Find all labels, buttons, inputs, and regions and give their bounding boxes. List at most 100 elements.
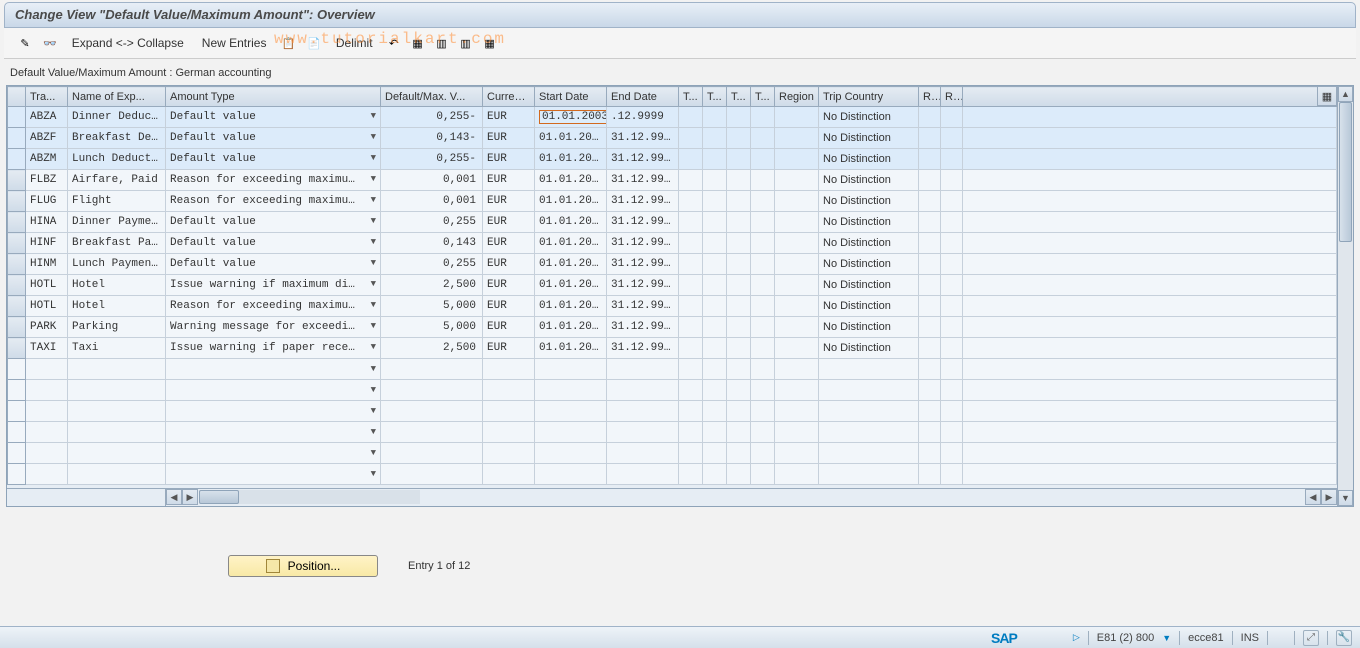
delete-icon[interactable]: 📄 — [302, 32, 326, 54]
dropdown-icon[interactable]: ▼ — [371, 427, 376, 437]
chevron-down-icon[interactable]: ▼ — [1162, 633, 1171, 643]
cell-name[interactable]: Parking — [68, 317, 166, 338]
cell-value[interactable]: 0,255 — [381, 212, 483, 233]
col-amount-type[interactable]: Amount Type — [166, 87, 381, 107]
triangle-right-icon[interactable]: ▷ — [1073, 632, 1080, 643]
col-trip-country[interactable]: Trip Country — [819, 87, 919, 107]
cell-end-date[interactable]: 31.12.9999 — [607, 128, 679, 149]
col-region[interactable]: Region — [775, 87, 819, 107]
h-scrollbar[interactable]: ◀ ▶ ◀ ▶ — [7, 488, 1337, 506]
cell-r2[interactable] — [941, 275, 963, 296]
row-selector[interactable] — [8, 233, 26, 254]
cell-name[interactable]: Breakfast Pay… — [68, 233, 166, 254]
cell-region[interactable] — [775, 212, 819, 233]
dropdown-icon[interactable]: ▼ — [371, 342, 376, 352]
cell-value[interactable]: 0,255- — [381, 107, 483, 128]
cell-currency[interactable]: EUR — [483, 275, 535, 296]
row-selector[interactable] — [8, 170, 26, 191]
vscroll-track[interactable] — [1338, 102, 1353, 490]
cell-region[interactable] — [775, 254, 819, 275]
cell-t1[interactable] — [679, 317, 703, 338]
cell-start-date[interactable]: 01.01.2003 — [535, 254, 607, 275]
cell-t3[interactable] — [727, 317, 751, 338]
hscroll-track[interactable] — [199, 490, 420, 504]
dropdown-icon[interactable]: ▼ — [371, 385, 376, 395]
table-row[interactable]: ABZA Dinner Deducti… Default value▼ 0,25… — [8, 107, 1337, 128]
cell-trip-country[interactable]: No Distinction — [819, 254, 919, 275]
cell-t4[interactable] — [751, 275, 775, 296]
cell-currency[interactable]: EUR — [483, 128, 535, 149]
table-row[interactable]: FLUG Flight Reason for exceeding maximu…… — [8, 191, 1337, 212]
cell-t1[interactable] — [679, 107, 703, 128]
cell-t1[interactable] — [679, 254, 703, 275]
col-t4[interactable]: T... — [751, 87, 775, 107]
status-options-icon[interactable]: 🔧 — [1336, 630, 1352, 646]
cell-r2[interactable] — [941, 149, 963, 170]
col-start-date[interactable]: Start Date — [535, 87, 607, 107]
cell-t2[interactable] — [703, 275, 727, 296]
cell-currency[interactable]: EUR — [483, 107, 535, 128]
col-end-date[interactable]: End Date — [607, 87, 679, 107]
table-row[interactable]: HOTL Hotel Reason for exceeding maximu…▼… — [8, 296, 1337, 317]
cell-code[interactable]: HINM — [26, 254, 68, 275]
copy-as-icon[interactable]: 📋 — [276, 32, 300, 54]
row-selector[interactable] — [8, 380, 26, 401]
vscroll-up-icon[interactable]: ▲ — [1338, 86, 1353, 102]
cell-code[interactable]: FLUG — [26, 191, 68, 212]
cell-trip-country[interactable]: No Distinction — [819, 149, 919, 170]
cell-amount-type[interactable]: Reason for exceeding maximu…▼ — [166, 170, 381, 191]
cell-value[interactable]: 0,001 — [381, 191, 483, 212]
cell-trip-country[interactable]: No Distinction — [819, 233, 919, 254]
cell-value[interactable]: 0,255- — [381, 149, 483, 170]
table-row[interactable]: ABZF Breakfast Ded… Default value▼ 0,143… — [8, 128, 1337, 149]
cell-end-date[interactable]: 31.12.9999 — [607, 170, 679, 191]
dropdown-icon[interactable]: ▼ — [371, 364, 376, 374]
cell-code[interactable]: FLBZ — [26, 170, 68, 191]
table-row[interactable]: HINF Breakfast Pay… Default value▼ 0,143… — [8, 233, 1337, 254]
cell-t2[interactable] — [703, 191, 727, 212]
select-block-icon[interactable]: ▥ — [431, 32, 453, 54]
cell-start-date[interactable]: 01.01.2010 — [535, 170, 607, 191]
cell-region[interactable] — [775, 275, 819, 296]
cell-value[interactable]: 2,500 — [381, 275, 483, 296]
cell-r1[interactable] — [919, 212, 941, 233]
cell-t3[interactable] — [727, 212, 751, 233]
cell-amount-type[interactable]: Default value▼ — [166, 107, 381, 128]
cell-end-date[interactable]: 31.12.9999 — [607, 254, 679, 275]
row-selector[interactable] — [8, 317, 26, 338]
cell-value[interactable]: 5,000 — [381, 296, 483, 317]
row-selector[interactable] — [8, 296, 26, 317]
cell-currency[interactable]: EUR — [483, 212, 535, 233]
cell-t3[interactable] — [727, 149, 751, 170]
cell-amount-type[interactable]: Reason for exceeding maximu…▼ — [166, 191, 381, 212]
cell-t3[interactable] — [727, 107, 751, 128]
cell-start-date[interactable]: 01.01.2010 — [535, 338, 607, 359]
table-settings-icon[interactable]: ▦ — [1317, 86, 1337, 106]
cell-region[interactable] — [775, 149, 819, 170]
cell-end-date[interactable]: 31.12.9999 — [607, 296, 679, 317]
cell-trip-country[interactable]: No Distinction — [819, 191, 919, 212]
cell-name[interactable]: Taxi — [68, 338, 166, 359]
row-selector[interactable] — [8, 212, 26, 233]
row-selector[interactable] — [8, 401, 26, 422]
cell-r1[interactable] — [919, 149, 941, 170]
dropdown-icon[interactable]: ▼ — [371, 111, 376, 121]
cell-code[interactable]: ABZM — [26, 149, 68, 170]
cell-t4[interactable] — [751, 107, 775, 128]
cell-code[interactable]: TAXI — [26, 338, 68, 359]
row-selector[interactable] — [8, 464, 26, 485]
cell-currency[interactable]: EUR — [483, 191, 535, 212]
cell-end-date[interactable]: .12.9999 — [607, 107, 679, 128]
dropdown-icon[interactable]: ▼ — [371, 195, 376, 205]
row-selector[interactable] — [8, 254, 26, 275]
cell-t4[interactable] — [751, 338, 775, 359]
cell-value[interactable]: 0,255 — [381, 254, 483, 275]
cell-amount-type[interactable]: Default value▼ — [166, 128, 381, 149]
cell-value[interactable]: 2,500 — [381, 338, 483, 359]
cell-r2[interactable] — [941, 107, 963, 128]
cell-name[interactable]: Airfare, Paid — [68, 170, 166, 191]
cell-end-date[interactable]: 31.12.9999 — [607, 233, 679, 254]
cell-t1[interactable] — [679, 128, 703, 149]
cell-r2[interactable] — [941, 296, 963, 317]
cell-t3[interactable] — [727, 128, 751, 149]
